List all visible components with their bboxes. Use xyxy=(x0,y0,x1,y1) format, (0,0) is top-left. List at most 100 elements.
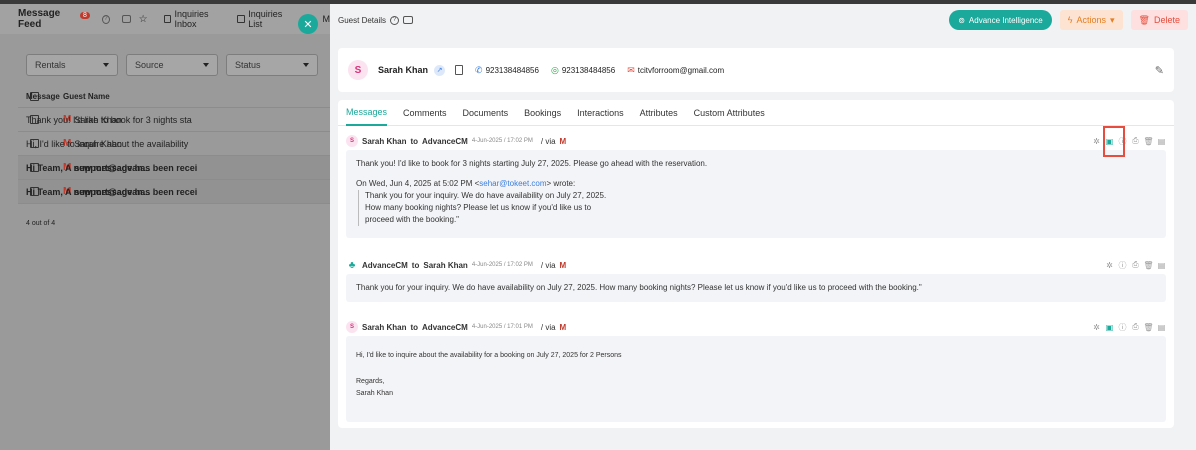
bg-header: Message Feed 8 ? ☆ Inquiries Inbox Inqui… xyxy=(0,4,330,34)
tab-comments[interactable]: Comments xyxy=(403,100,447,126)
trash-icon[interactable]: 🗑 xyxy=(1143,137,1153,146)
avatar: S xyxy=(346,321,358,333)
document-icon[interactable]: ▤ xyxy=(1157,137,1166,146)
message-count-badge: 8 xyxy=(80,11,90,19)
info-icon[interactable]: ⓘ xyxy=(1118,323,1127,332)
status-select[interactable]: Status xyxy=(226,54,318,76)
email-contact[interactable]: ✉ tcitvforroom@gmail.com xyxy=(627,65,724,76)
source-select[interactable]: Source xyxy=(126,54,218,76)
avatar: S xyxy=(346,135,358,147)
message-meta: S Sarah Khan to AdvanceCM 4-Jun-2025 / 1… xyxy=(346,318,1166,336)
table-row[interactable]: Msupport@advan... Hi Team, A new message… xyxy=(18,180,330,204)
message-tools: ✲ ⓘ ⎙ 🗑 ▤ xyxy=(1105,260,1166,270)
tab-bookings[interactable]: Bookings xyxy=(524,100,561,126)
message-date: 4-Jun-2025 / 17:02 PM xyxy=(471,262,533,268)
close-panel-button[interactable]: ✕ xyxy=(298,14,318,34)
guest-details-panel: Guest Details ? ⊚ Advance Intelligence ϟA… xyxy=(330,4,1196,450)
whatsapp-icon: ◎ xyxy=(550,64,559,75)
table-header: Guest Name Message xyxy=(18,86,330,108)
chevron-down-icon xyxy=(103,63,109,67)
phone-contact[interactable]: ✆ 923138484856 xyxy=(475,65,539,76)
email-link[interactable]: sehar@tokeet.com xyxy=(479,179,546,188)
sender-name: Sarah Khan xyxy=(362,136,407,146)
tab-inquiries-inbox[interactable]: Inquiries Inbox xyxy=(163,9,224,29)
recipient-name: AdvanceCM xyxy=(422,322,468,332)
message-feed-title: Message Feed xyxy=(18,8,61,30)
recipient-name: AdvanceCM xyxy=(422,136,468,146)
mail-icon: ✉ xyxy=(627,64,635,75)
link-icon[interactable]: ↗ xyxy=(434,64,446,76)
trash-icon[interactable]: 🗑 xyxy=(1143,261,1153,270)
star-icon[interactable]: ☆ xyxy=(139,14,148,25)
video-icon[interactable] xyxy=(403,16,414,24)
message-body: Thank you for your inquiry. We do have a… xyxy=(346,274,1166,302)
tab-message[interactable]: M xyxy=(322,14,330,24)
message-meta: S Sarah Khan to AdvanceCM 4-Jun-2025 / 1… xyxy=(346,132,1166,150)
sender-name: AdvanceCM xyxy=(362,260,408,270)
trash-icon: 🗑 xyxy=(1138,14,1150,25)
save-icon[interactable]: ▣ xyxy=(1105,323,1114,332)
sender-name: Sarah Khan xyxy=(362,322,407,332)
result-count: 4 out of 4 xyxy=(26,220,56,227)
inbox-icon xyxy=(163,15,172,23)
message-date: 4-Jun-2025 / 17:01 PM xyxy=(471,324,533,330)
gmail-icon: M xyxy=(559,322,567,332)
tab-custom-attributes[interactable]: Custom Attributes xyxy=(694,100,765,126)
info-icon[interactable]: ⓘ xyxy=(1118,261,1127,270)
tab-interactions[interactable]: Interactions xyxy=(577,100,624,126)
copy-icon[interactable] xyxy=(455,65,464,75)
panel-header: Guest Details ? ⊚ Advance Intelligence ϟA… xyxy=(330,4,1196,36)
quote-header: On Wed, Jun 4, 2025 at 5:02 PM <sehar@to… xyxy=(356,179,576,188)
table-row[interactable]: M Sarah Khan Hi, I'd like to inquire abou… xyxy=(18,132,330,156)
video-icon[interactable] xyxy=(121,15,131,23)
guest-name: Sarah Khan xyxy=(378,65,429,75)
delete-button[interactable]: 🗑 Delete xyxy=(1130,10,1188,30)
translate-icon[interactable]: ✲ xyxy=(1105,261,1114,270)
pencil-icon[interactable]: ✎ xyxy=(1155,64,1164,77)
tab-attributes[interactable]: Attributes xyxy=(640,100,678,126)
translate-icon[interactable]: ✲ xyxy=(1092,137,1101,146)
message-item: S Sarah Khan to AdvanceCM 4-Jun-2025 / 1… xyxy=(346,132,1166,238)
avatar: S xyxy=(348,60,368,80)
translate-icon[interactable]: ✲ xyxy=(1092,323,1101,332)
whatsapp-contact[interactable]: ◎ 923138484856 xyxy=(551,65,615,76)
message-item: ♣ AdvanceCM to Sarah Khan 4-Jun-2025 / 1… xyxy=(346,256,1166,302)
message-tools: ✲ ▣ ⓘ ⎙ 🗑 ▤ xyxy=(1092,322,1166,332)
table-row[interactable]: M Sarah Khan Thank you! I'd like to book … xyxy=(18,108,330,132)
list-icon xyxy=(237,15,246,23)
document-icon[interactable]: ▤ xyxy=(1157,323,1166,332)
recipient-name: Sarah Khan xyxy=(423,260,468,270)
help-icon[interactable]: ? xyxy=(390,15,400,25)
actions-button[interactable]: ϟ Actions ▾ xyxy=(1059,10,1123,30)
inquiries-table: Guest Name Message M Sarah Khan Thank you… xyxy=(18,86,330,204)
message-body: Thank you! I'd like to book for 3 nights… xyxy=(346,150,1166,238)
detail-tabs: Messages Comments Documents Bookings Int… xyxy=(338,100,1174,126)
tab-messages[interactable]: Messages xyxy=(346,100,388,126)
advance-intelligence-button[interactable]: ⊚ Advance Intelligence xyxy=(949,10,1052,30)
gmail-icon: M xyxy=(559,260,567,270)
message-date: 4-Jun-2025 / 17:02 PM xyxy=(471,138,533,144)
ai-icon: ⊚ xyxy=(958,15,965,25)
bolt-icon: ϟ xyxy=(1067,15,1073,25)
phone-icon: ✆ xyxy=(475,64,483,75)
guest-card: S Sarah Khan ↗ ✆ 923138484856 ◎ 9231384848… xyxy=(338,48,1174,92)
print-icon[interactable]: ⎙ xyxy=(1131,136,1140,146)
chevron-down-icon xyxy=(303,63,309,67)
print-icon[interactable]: ⎙ xyxy=(1131,322,1140,332)
tab-inquiries-list[interactable]: Inquiries List xyxy=(237,9,290,29)
panel-title: Guest Details xyxy=(338,15,387,25)
tab-documents[interactable]: Documents xyxy=(463,100,509,126)
help-icon[interactable]: ? xyxy=(101,14,110,24)
chevron-down-icon: ▾ xyxy=(1110,14,1115,25)
advancecm-logo-icon: ♣ xyxy=(348,259,356,271)
print-icon[interactable]: ⎙ xyxy=(1131,260,1140,270)
messages-panel: Messages Comments Documents Bookings Int… xyxy=(338,100,1174,428)
quoted-text: Thank you for your inquiry. We do have a… xyxy=(358,190,1156,226)
message-body: Hi, I'd like to inquire about the availa… xyxy=(346,336,1166,422)
chevron-down-icon xyxy=(203,63,209,67)
trash-icon[interactable]: 🗑 xyxy=(1143,323,1153,332)
table-row[interactable]: Msupport@advan... Hi Team, A new message… xyxy=(18,156,330,180)
rentals-select[interactable]: Rentals xyxy=(26,54,118,76)
document-icon[interactable]: ▤ xyxy=(1157,261,1166,270)
gmail-icon: M xyxy=(559,136,567,146)
